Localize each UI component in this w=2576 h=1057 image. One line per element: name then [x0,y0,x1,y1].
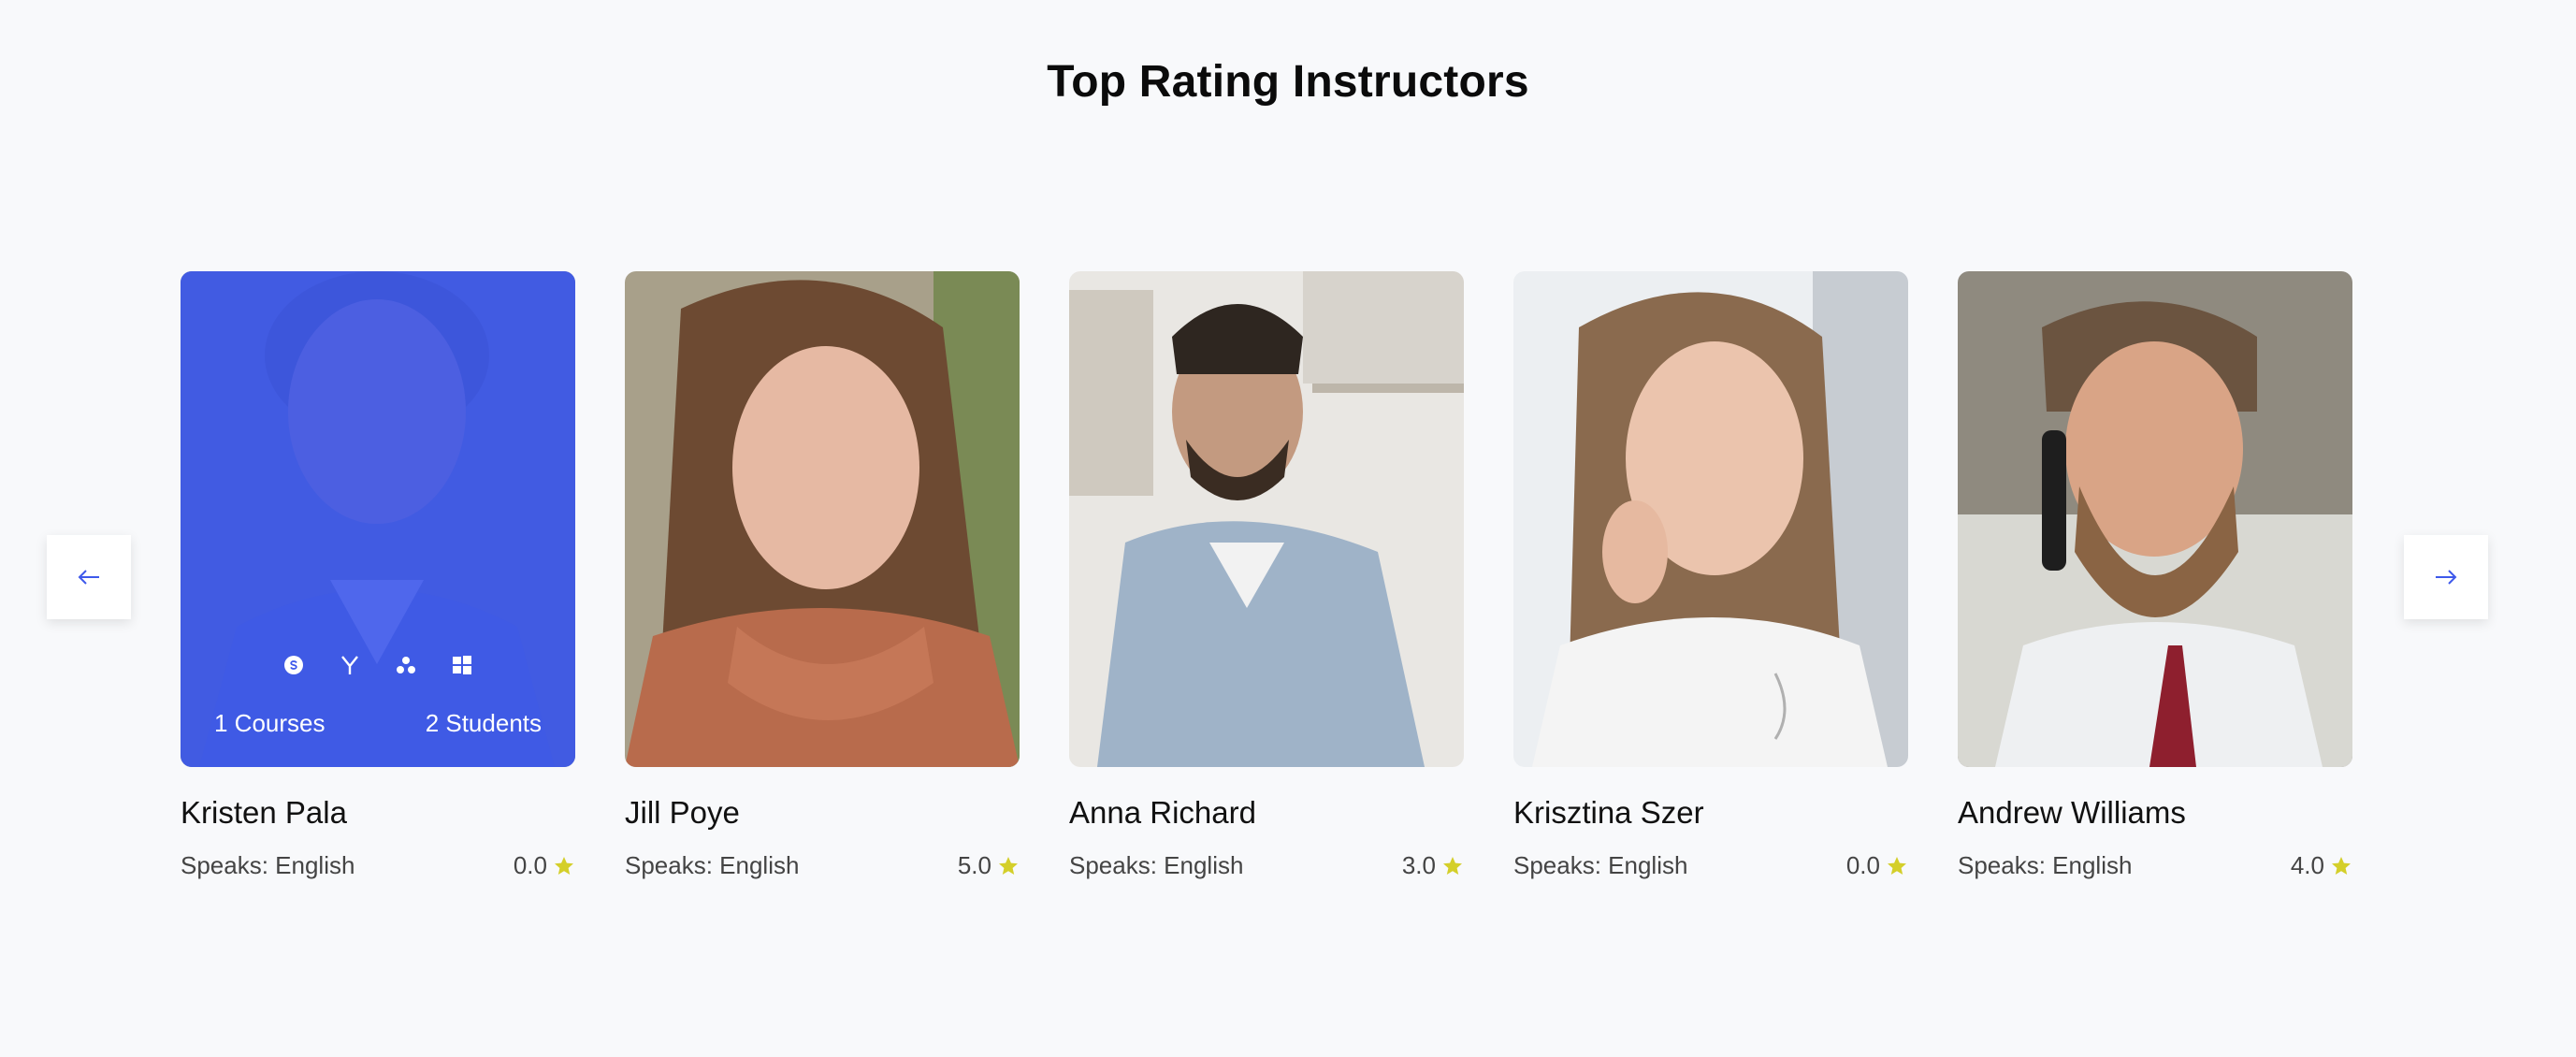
star-icon [2330,855,2352,877]
instructor-languages: Speaks: English [625,851,800,879]
instructor-name[interactable]: Anna Richard [1069,795,1464,831]
rating-value: 5.0 [957,851,991,879]
instructor-rating: 3.0 [1402,851,1464,880]
instructor-name[interactable]: Krisztina Szer [1513,795,1908,831]
instructor-card-anna-richard[interactable]: Anna Richard Speaks: English 3.0 [1069,271,1464,880]
yahoo-icon[interactable] [338,653,362,677]
instructor-stats: 1 Courses 2 Students [214,709,542,738]
students-count: 2 Students [425,709,542,737]
instructor-meta: Speaks: English 0.0 [1513,851,1908,880]
instructors-carousel: 1 Courses 2 Students Kristen Pala Speaks… [0,271,2576,926]
instructor-name[interactable]: Jill Poye [625,795,1020,831]
courses-count: 1 Courses [214,709,326,737]
rating-value: 0.0 [1845,851,1880,879]
instructor-meta: Speaks: English 4.0 [1958,851,2352,880]
instructor-photo[interactable] [625,271,1020,767]
star-icon [1886,855,1908,877]
instructor-languages: Speaks: English [181,851,355,879]
instructor-meta: Speaks: English 5.0 [625,851,1020,880]
instructor-rating: 4.0 [2291,851,2352,880]
instructor-name[interactable]: Andrew Williams [1958,795,2352,831]
instructor-rating: 5.0 [958,851,1020,880]
star-icon [1441,855,1464,877]
apps-icon[interactable] [394,653,418,677]
carousel-next-button[interactable] [2404,535,2488,619]
rating-value: 4.0 [2290,851,2324,879]
instructor-languages: Speaks: English [1513,851,1688,879]
instructor-rating: 0.0 [1846,851,1908,880]
instructor-name[interactable]: Kristen Pala [181,795,575,831]
instructor-photo[interactable]: 1 Courses 2 Students [181,271,575,767]
instructor-card-jill-poye[interactable]: Jill Poye Speaks: English 5.0 [625,271,1020,880]
instructor-portrait-image [1513,271,1908,767]
instructor-portrait-image [1958,271,2352,767]
instructor-meta: Speaks: English 3.0 [1069,851,1464,880]
instructor-languages: Speaks: English [1069,851,1244,879]
instructor-rating: 0.0 [514,851,575,880]
instructor-card-kristen-pala[interactable]: 1 Courses 2 Students Kristen Pala Speaks… [181,271,575,880]
instructor-meta: Speaks: English 0.0 [181,851,575,880]
instructor-languages: Speaks: English [1958,851,2133,879]
hover-overlay [181,271,575,767]
instructor-photo[interactable] [1069,271,1464,767]
arrow-left-icon [78,570,99,585]
star-icon [997,855,1020,877]
instructor-card-andrew-williams[interactable]: Andrew Williams Speaks: English 4.0 [1958,271,2352,880]
rating-value: 3.0 [1401,851,1436,879]
arrow-right-icon [2436,570,2457,585]
instructor-photo[interactable] [1513,271,1908,767]
windows-icon[interactable] [450,653,474,677]
instructor-portrait-image [625,271,1020,767]
star-icon [553,855,575,877]
social-links [181,653,575,677]
rating-value: 0.0 [513,851,547,879]
instructor-photo[interactable] [1958,271,2352,767]
section-title: Top Rating Instructors [1047,57,1529,107]
carousel-prev-button[interactable] [47,535,131,619]
instructor-card-krisztina-szer[interactable]: Krisztina Szer Speaks: English 0.0 [1513,271,1908,880]
skype-icon[interactable] [282,653,306,677]
instructor-portrait-image [1069,271,1464,767]
